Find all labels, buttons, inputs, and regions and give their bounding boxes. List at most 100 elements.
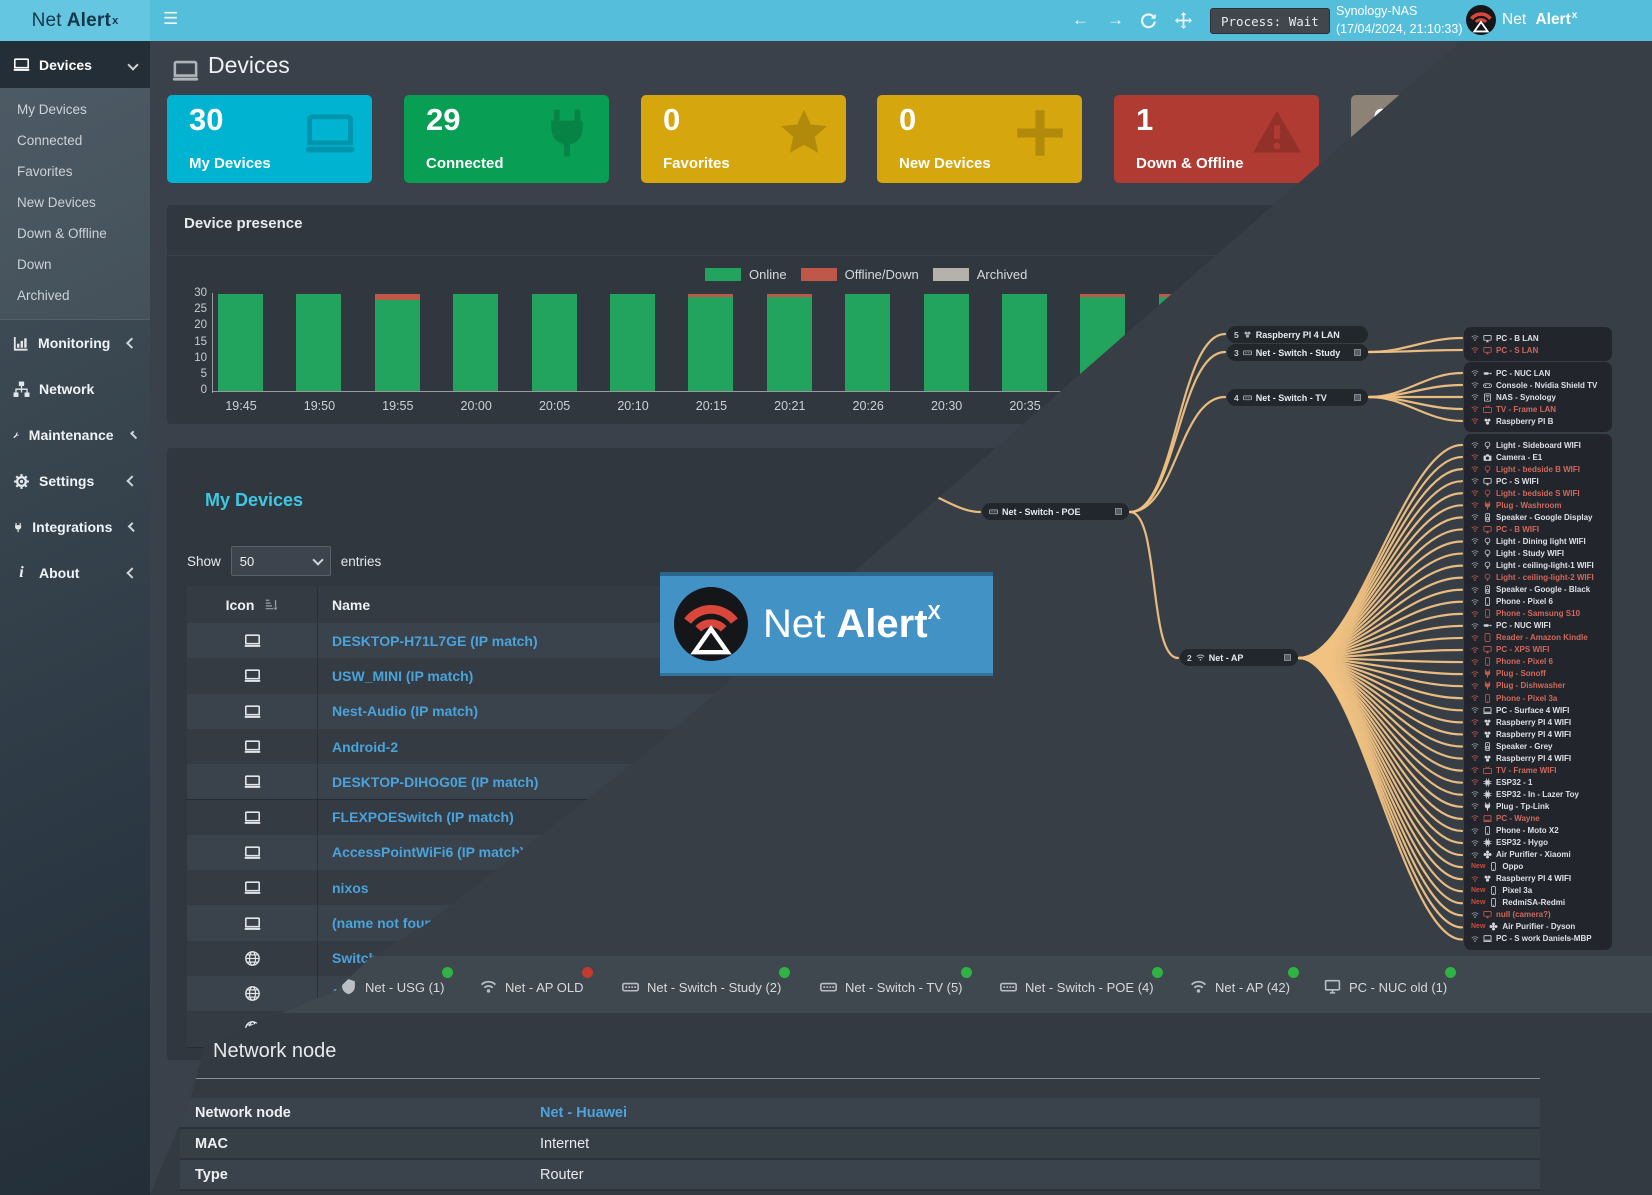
node-tab-net-usg-1-[interactable]: Net - USG (1) [340, 974, 444, 1000]
node-tab-pc-nuc-old-1-[interactable]: PC - NUC old (1) [1324, 974, 1447, 1000]
leaf-device[interactable]: null (camera?) [1471, 909, 1603, 921]
leaf-device[interactable]: Raspberry PI 4 WIFI [1471, 716, 1603, 728]
leaf-device[interactable]: Phone - Pixel 3a [1471, 692, 1603, 704]
brand-logo-left[interactable]: Net Alertx [0, 0, 150, 41]
node-tab-net-switch-poe-4-[interactable]: Net - Switch - POE (4) [1000, 974, 1154, 1000]
leaf-device[interactable]: Console - Nvidia Shield TV [1471, 379, 1603, 391]
leaf-device[interactable]: Raspberry PI 4 WIFI [1471, 873, 1603, 885]
sidebar-item-monitoring[interactable]: Monitoring [0, 320, 150, 366]
sidebar-item-devices[interactable]: Devices [0, 41, 150, 88]
leaf-device[interactable]: Phone - Pixel 6 [1471, 596, 1603, 608]
sidebar-item-archived[interactable]: Archived [0, 280, 150, 311]
sidebar-item-down-offline[interactable]: Down & Offline [0, 218, 150, 249]
stat-card-new-devices[interactable]: 0New Devices [877, 95, 1082, 183]
name-column-header[interactable]: Name [318, 597, 370, 613]
move-icon[interactable] [1175, 12, 1192, 29]
topology-node-net-ap[interactable]: 2Net - AP [1180, 649, 1298, 666]
sidebar-item-new-devices[interactable]: New Devices [0, 187, 150, 218]
refresh-icon[interactable] [1140, 12, 1157, 29]
sidebar-item-settings[interactable]: Settings [0, 458, 150, 504]
leaf-device[interactable]: Air Purifier - Xiaomi [1471, 849, 1603, 861]
sidebar-item-maintenance[interactable]: Maintenance [0, 412, 150, 458]
sidebar-item-network[interactable]: Network [0, 366, 150, 412]
leaf-device[interactable]: PC - NUC WIFI [1471, 620, 1603, 632]
leaf-device[interactable]: TV - Frame LAN [1471, 403, 1603, 415]
leaf-device[interactable]: PC - B WIFI [1471, 523, 1603, 535]
nav-back-icon[interactable]: ← [1072, 11, 1089, 28]
stat-card-my-devices[interactable]: 30My Devices [167, 95, 372, 183]
sidebar-item-connected[interactable]: Connected [0, 125, 150, 156]
leaf-device[interactable]: Light - Dining light WIFI [1471, 535, 1603, 547]
device-name-link[interactable]: USW_MINI (IP match) [318, 668, 473, 684]
nav-forward-icon[interactable]: → [1107, 11, 1124, 28]
leaf-device[interactable]: Light - bedside S WIFI [1471, 487, 1603, 499]
node-connector[interactable] [1354, 349, 1361, 356]
leaf-device[interactable]: NAS - Synology [1471, 391, 1603, 403]
device-name-link[interactable]: DESKTOP-DIHOG0E (IP match) [318, 774, 538, 790]
leaf-device[interactable]: Phone - Moto X2 [1471, 825, 1603, 837]
leaf-device[interactable]: Raspberry PI 4 WIFI [1471, 752, 1603, 764]
leaf-device[interactable]: ESP32 - 1 [1471, 776, 1603, 788]
node-tab-net-switch-tv-5-[interactable]: Net - Switch - TV (5) [820, 974, 963, 1000]
leaf-device[interactable]: Plug - Washroom [1471, 499, 1603, 511]
leaf-device[interactable]: NewOppo [1471, 861, 1603, 873]
leaf-device[interactable]: PC - S WIFI [1471, 475, 1603, 487]
leaf-device[interactable]: NewPixel 3a [1471, 885, 1603, 897]
leaf-device[interactable]: Camera - E1 [1471, 451, 1603, 463]
node-connector[interactable] [1284, 654, 1291, 661]
leaf-device[interactable]: PC - NUC LAN [1471, 367, 1603, 379]
stat-card-favorites[interactable]: 0Favorites [641, 95, 846, 183]
leaf-device[interactable]: ESP32 - Hygo [1471, 837, 1603, 849]
leaf-device[interactable]: ESP32 - In - Lazer Toy [1471, 788, 1603, 800]
leaf-device[interactable]: NewAir Purifier - Dyson [1471, 921, 1603, 933]
sidebar-item-about[interactable]: iAbout [0, 550, 150, 596]
node-tab-net-ap-old[interactable]: Net - AP OLD [480, 974, 584, 1000]
sidebar-item-integrations[interactable]: Integrations [0, 504, 150, 550]
device-name-link[interactable]: Nest-Audio (IP match) [318, 703, 478, 719]
leaf-device[interactable]: Light - Study WIFI [1471, 547, 1603, 559]
topology-node-net-switch-poe[interactable]: Net - Switch - POE [982, 503, 1129, 520]
leaf-device[interactable]: Plug - Tp-Link [1471, 800, 1603, 812]
leaf-device[interactable]: Plug - Sonoff [1471, 668, 1603, 680]
leaf-device[interactable]: PC - S LAN [1471, 344, 1603, 356]
leaf-device[interactable]: Light - Sideboard WIFI [1471, 439, 1603, 451]
node-tab-net-switch-study-2-[interactable]: Net - Switch - Study (2) [622, 974, 781, 1000]
leaf-device[interactable]: Light - bedside B WIFI [1471, 463, 1603, 475]
hamburger-menu-icon[interactable]: ☰ [163, 9, 178, 29]
leaf-device[interactable]: NewRedmiSA-Redmi [1471, 897, 1603, 909]
topology-node-raspberry-pi-4-lan[interactable]: 5Raspberry PI 4 LAN [1227, 326, 1368, 343]
topology-node-net-switch-tv[interactable]: 4Net - Switch - TV [1227, 389, 1368, 406]
stat-card-down-offline[interactable]: 1Down & Offline [1114, 95, 1319, 183]
leaf-device[interactable]: PC - Wayne [1471, 812, 1603, 824]
leaf-device[interactable]: Light - ceiling-light-1 WIFI [1471, 559, 1603, 571]
page-size-select[interactable]: 50 [231, 546, 331, 576]
leaf-device[interactable]: Speaker - Google Display [1471, 511, 1603, 523]
device-name-link[interactable]: Android-2 [318, 739, 398, 755]
leaf-device[interactable]: Raspberry PI B [1471, 415, 1603, 427]
leaf-device[interactable]: Speaker - Grey [1471, 740, 1603, 752]
sidebar-item-my-devices[interactable]: My Devices [0, 94, 150, 125]
leaf-device[interactable]: PC - XPS WIFI [1471, 644, 1603, 656]
node-connector[interactable] [1115, 508, 1122, 515]
device-name-link[interactable]: DESKTOP-H71L7GE (IP match) [318, 633, 538, 649]
detail-value-link[interactable]: Net - Huawei [540, 1105, 627, 1121]
leaf-device[interactable]: Light - ceiling-light-2 WIFI [1471, 572, 1603, 584]
sidebar-item-favorites[interactable]: Favorites [0, 156, 150, 187]
leaf-device[interactable]: Plug - Dishwasher [1471, 680, 1603, 692]
node-tab-net-ap-42-[interactable]: Net - AP (42) [1190, 974, 1290, 1000]
topology-node-net-switch-study[interactable]: 3Net - Switch - Study [1227, 344, 1368, 361]
leaf-device[interactable]: PC - S work Daniels-MBP [1471, 933, 1603, 945]
leaf-device[interactable]: Phone - Samsung S10 [1471, 608, 1603, 620]
stat-card-connected[interactable]: 29Connected [404, 95, 609, 183]
leaf-device[interactable]: Raspberry PI 4 WIFI [1471, 728, 1603, 740]
device-name-link[interactable]: nixos [318, 880, 369, 896]
leaf-device[interactable]: PC - Surface 4 WIFI [1471, 704, 1603, 716]
node-connector[interactable] [1354, 394, 1361, 401]
sort-icon[interactable] [264, 598, 278, 612]
leaf-device[interactable]: Phone - Pixel 6 [1471, 656, 1603, 668]
leaf-device[interactable]: Reader - Amazon Kindle [1471, 632, 1603, 644]
leaf-device[interactable]: PC - B LAN [1471, 332, 1603, 344]
device-name-link[interactable]: AccessPointWiFi6 (IP match) [318, 844, 525, 860]
sidebar-item-down[interactable]: Down [0, 249, 150, 280]
device-name-link[interactable]: FLEXPOESwitch (IP match) [318, 809, 514, 825]
